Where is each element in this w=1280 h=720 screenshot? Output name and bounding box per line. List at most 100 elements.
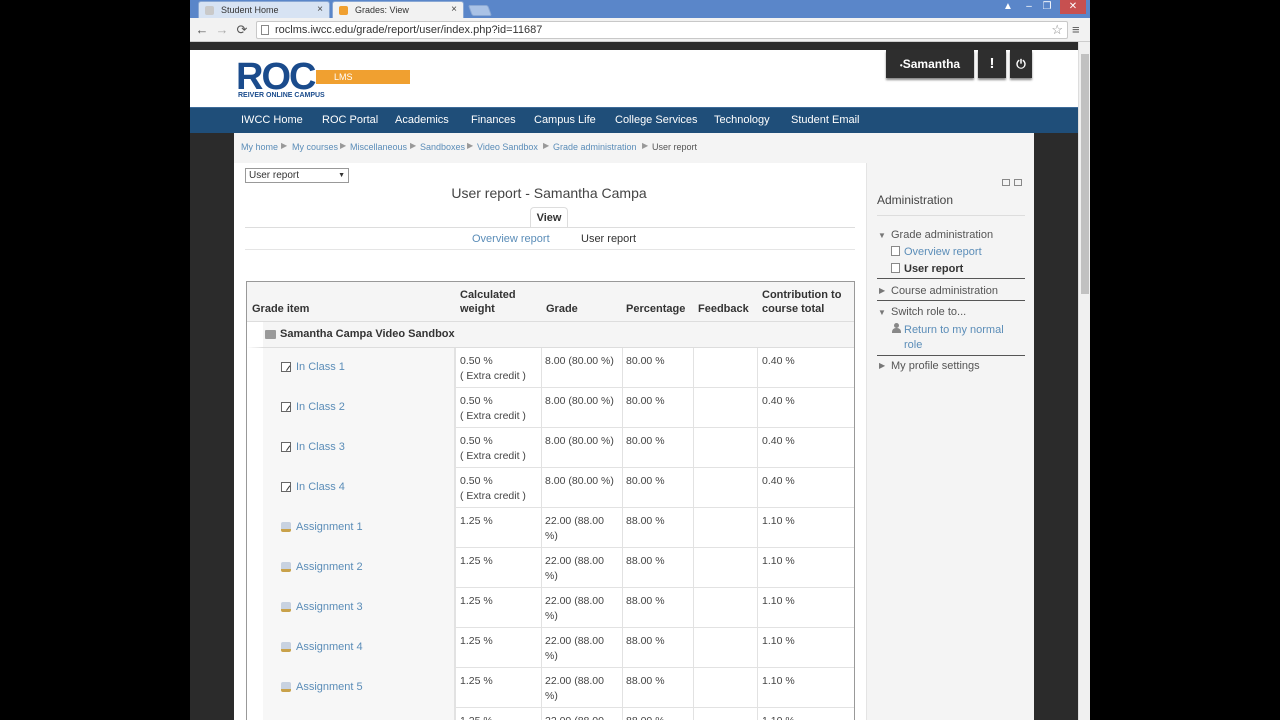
maximize-button[interactable]: ❐ — [1039, 0, 1055, 14]
row-indent — [247, 708, 263, 720]
logo-badge: LMS — [316, 70, 410, 84]
breadcrumb-grade-administration[interactable]: Grade administration — [553, 142, 637, 152]
back-icon[interactable]: ← — [193, 21, 211, 39]
grade-value-wrap: %) — [545, 570, 558, 582]
admin-switch-role[interactable]: Switch role to... — [891, 306, 966, 318]
nav-student-email[interactable]: Student Email — [791, 108, 859, 134]
breadcrumb-my-home[interactable]: My home — [241, 142, 278, 152]
nav-roc-portal[interactable]: ROC Portal — [322, 108, 378, 134]
tab-grades-view[interactable]: Grades: View × — [332, 1, 464, 18]
grade-item-link[interactable]: Assignment 3 — [296, 601, 363, 613]
cell-grade: 8.00 (80.00 %) — [545, 474, 614, 489]
address-bar[interactable]: roclms.iwcc.edu/grade/report/user/index.… — [256, 21, 1068, 39]
cell-grade: 8.00 (80.00 %) — [545, 394, 614, 409]
new-tab-button[interactable] — [467, 5, 493, 16]
admin-overview-report[interactable]: Overview report — [904, 246, 982, 258]
cell-grade: 8.00 (80.00 %) — [545, 354, 614, 369]
grade-item-cell: Assignment 5 — [263, 668, 455, 708]
admin-profile-settings[interactable]: My profile settings — [891, 360, 980, 372]
header-feedback: Feedback — [698, 303, 749, 315]
grade-item-link[interactable]: In Class 1 — [296, 361, 345, 373]
header-calculated-weight: Calculated weight — [460, 288, 516, 316]
grade-value-wrap: %) — [545, 610, 558, 622]
cell-percentage: 88.00 % — [626, 515, 665, 527]
cell-contribution: 1.10 % — [762, 714, 795, 720]
subtabs-divider — [245, 249, 855, 250]
moodle-favicon-icon — [339, 6, 348, 15]
logout-icon[interactable]: ⏻ — [1010, 50, 1032, 78]
weight-value: 1.25 % — [460, 555, 493, 567]
tab-user-report[interactable]: User report — [581, 233, 636, 245]
reload-icon[interactable]: ⟳ — [233, 21, 251, 39]
forward-icon[interactable]: → — [213, 21, 231, 39]
nav-academics[interactable]: Academics — [395, 108, 449, 134]
nav-iwcc-home[interactable]: IWCC Home — [241, 108, 303, 134]
tab-view[interactable]: View — [530, 207, 568, 227]
tab-strip: Student Home × Grades: View × ▲ – ❐ ✕ — [190, 0, 1090, 18]
grade-item-link[interactable]: In Class 2 — [296, 401, 345, 413]
user-menu-button[interactable]: •Samantha — [886, 50, 974, 78]
expanded-arrow-icon: ▼ — [878, 308, 886, 317]
return-role-line1: Return to my normal — [904, 324, 1004, 336]
grade-value: 22.00 (88.00 — [545, 595, 604, 607]
menu-icon[interactable]: ≡ — [1072, 21, 1086, 39]
cell-weight: 0.50 % ( Extra credit ) — [460, 434, 526, 464]
close-window-button[interactable]: ✕ — [1060, 0, 1086, 14]
cell-grade: 8.00 (80.00 %) — [545, 434, 614, 449]
bookmark-star-icon[interactable]: ☆ — [1051, 22, 1063, 38]
minimize-button[interactable]: – — [1021, 0, 1037, 14]
grade-item-link[interactable]: In Class 3 — [296, 441, 345, 453]
cell-divider — [757, 628, 758, 668]
breadcrumb-separator-icon: ▶ — [281, 141, 288, 150]
grade-item-cell: In Class 3 — [263, 428, 455, 468]
hide-block-icon[interactable] — [1014, 179, 1022, 186]
breadcrumb-video-sandbox[interactable]: Video Sandbox — [477, 142, 538, 152]
tab-student-home[interactable]: Student Home × — [198, 1, 330, 18]
grade-item-link[interactable]: Assignment 2 — [296, 561, 363, 573]
grade-item-link[interactable]: In Class 4 — [296, 481, 345, 493]
admin-course-administration[interactable]: Course administration — [891, 285, 998, 297]
admin-user-report[interactable]: User report — [904, 263, 963, 275]
roc-logo[interactable]: ROC LMS REIVER ONLINE CAMPUS — [236, 58, 410, 102]
breadcrumb-separator-icon: ▶ — [543, 141, 550, 150]
grades-table: Grade item Calculated weight Grade Percen… — [246, 281, 855, 720]
nav-campus-life[interactable]: Campus Life — [534, 108, 596, 134]
cell-divider — [757, 468, 758, 508]
tab-close-icon[interactable]: × — [317, 2, 323, 18]
dock-block-icon[interactable] — [1002, 179, 1010, 186]
profile-icon[interactable]: ▲ — [1001, 0, 1015, 14]
nav-college-services[interactable]: College Services — [615, 108, 698, 134]
page-title: User report - Samantha Campa — [451, 185, 647, 201]
weight-value: 0.50 % — [460, 435, 493, 447]
grade-item-link[interactable]: Assignment 4 — [296, 641, 363, 653]
admin-grade-administration[interactable]: Grade administration — [891, 229, 993, 241]
tab-overview-report[interactable]: Overview report — [472, 233, 550, 245]
cell-percentage: 88.00 % — [626, 595, 665, 607]
page-scrollbar[interactable] — [1078, 42, 1090, 720]
cell-divider — [541, 508, 542, 548]
nav-technology[interactable]: Technology — [714, 108, 770, 134]
breadcrumb-my-courses[interactable]: My courses — [292, 142, 338, 152]
cell-divider — [622, 348, 623, 388]
row-indent — [247, 348, 263, 388]
alerts-button[interactable]: ! — [978, 50, 1006, 78]
assignment-icon — [281, 682, 291, 692]
cell-divider — [693, 668, 694, 708]
report-type-select[interactable]: User report ▼ — [245, 168, 349, 183]
breadcrumb-miscellaneous[interactable]: Miscellaneous — [350, 142, 407, 152]
breadcrumb-sandboxes[interactable]: Sandboxes — [420, 142, 465, 152]
cell-divider — [541, 388, 542, 428]
dropdown-arrow-icon: ▼ — [338, 172, 345, 179]
grade-item-link[interactable]: Assignment 1 — [296, 521, 363, 533]
weight-value: 0.50 % — [460, 475, 493, 487]
table-row: In Class 2 0.50 % ( Extra credit ) 8.00 (80… — [247, 388, 854, 428]
cell-weight: 1.25 % — [460, 674, 493, 689]
grade-item-link[interactable]: Assignment 5 — [296, 681, 363, 693]
tab-close-icon[interactable]: × — [451, 2, 457, 18]
cell-divider — [455, 508, 456, 548]
nav-finances[interactable]: Finances — [471, 108, 516, 134]
header-contribution-line1: Contribution to — [762, 289, 842, 301]
admin-return-normal-role[interactable]: Return to my normal role — [904, 323, 1004, 353]
scrollbar-thumb[interactable] — [1081, 54, 1089, 294]
assignment-icon — [281, 562, 291, 572]
